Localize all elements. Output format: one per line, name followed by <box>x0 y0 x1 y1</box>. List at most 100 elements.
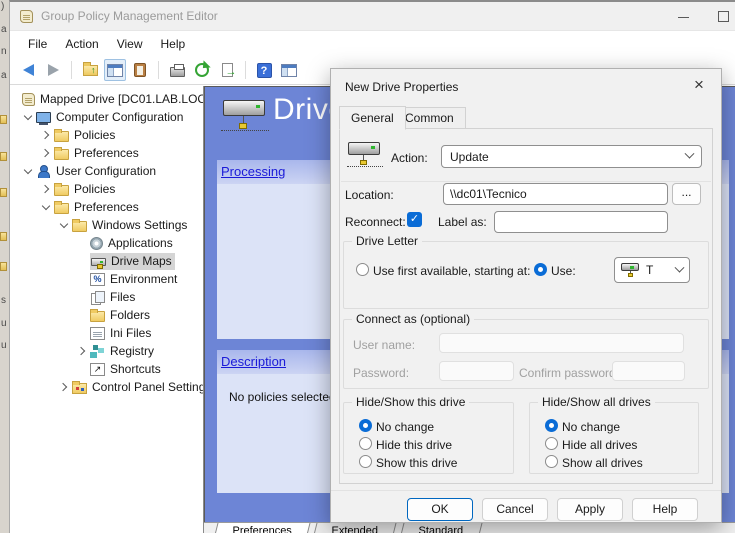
back-button[interactable] <box>17 59 39 81</box>
tree-item-registry[interactable]: Registry <box>10 342 203 360</box>
chevron-right-icon[interactable] <box>74 348 90 354</box>
chevron-right-icon[interactable] <box>56 384 72 390</box>
tree-item-label: Computer Configuration <box>56 110 183 124</box>
tree-item-label: Registry <box>110 344 154 358</box>
console-tree: Mapped Drive [DC01.LAB.LOCA Computer Con… <box>10 86 204 533</box>
print-button[interactable] <box>166 59 188 81</box>
tree-item-label: Policies <box>74 128 115 142</box>
background-folder-icon <box>0 262 7 271</box>
tree-item-ini-files[interactable]: Ini Files <box>10 324 203 342</box>
drive-letter-select[interactable]: T <box>614 257 690 283</box>
menu-help[interactable]: Help <box>152 34 195 54</box>
help-button[interactable]: ? <box>253 59 275 81</box>
new-window-button[interactable] <box>278 59 300 81</box>
chevron-down-icon[interactable] <box>38 205 54 209</box>
tab-extended[interactable]: Extended <box>314 523 397 533</box>
tree-item-label: Control Panel Setting <box>92 380 204 394</box>
chevron-right-icon[interactable] <box>38 132 54 138</box>
title-bar: Group Policy Management Editor <box>10 2 735 31</box>
password-input <box>439 361 514 381</box>
tree-item-label: Files <box>110 290 135 304</box>
show-this-drive-label: Show this drive <box>376 456 457 470</box>
chevron-down-icon <box>685 149 695 159</box>
location-input[interactable] <box>443 183 668 205</box>
chevron-down-icon[interactable] <box>20 169 36 173</box>
tab-general[interactable]: General <box>339 106 406 130</box>
console-tree-icon <box>107 64 123 77</box>
use-first-available-radio[interactable] <box>356 263 369 276</box>
tab-preferences[interactable]: Preferences <box>215 523 311 533</box>
browse-button[interactable]: ... <box>672 183 701 205</box>
tree-item-label: Shortcuts <box>110 362 161 376</box>
drive-icon <box>621 262 641 278</box>
chevron-down-icon[interactable] <box>56 223 72 227</box>
tree-item-label: Preferences <box>74 146 139 160</box>
all-no-change-radio[interactable] <box>545 419 558 432</box>
up-one-level-button[interactable]: ↑ <box>79 59 101 81</box>
chevron-down-icon <box>675 262 685 272</box>
tree-item-user-preferences[interactable]: Preferences <box>10 198 203 216</box>
drive-letter-value: T <box>646 263 653 277</box>
forward-button[interactable] <box>42 59 64 81</box>
chevron-down-icon[interactable] <box>20 115 36 119</box>
ok-button[interactable]: OK <box>407 498 473 521</box>
tree-item-label: Drive Maps <box>111 254 172 268</box>
chevron-right-icon[interactable] <box>38 186 54 192</box>
label-as-input[interactable] <box>494 211 668 233</box>
tree-item-computer-configuration[interactable]: Computer Configuration <box>10 108 203 126</box>
files-icon <box>90 291 105 304</box>
use-drive-radio[interactable] <box>534 263 547 276</box>
tree-item-shortcuts[interactable]: Shortcuts <box>10 360 203 378</box>
processing-link[interactable]: Processing <box>221 164 285 179</box>
tree-item-computer-preferences[interactable]: Preferences <box>10 144 203 162</box>
menu-action[interactable]: Action <box>56 34 107 54</box>
tree-item-folders[interactable]: Folders <box>10 306 203 324</box>
show-all-drives-radio[interactable] <box>545 455 558 468</box>
confirm-password-label: Confirm password: <box>519 366 619 380</box>
tree-item-user-configuration[interactable]: User Configuration <box>10 162 203 180</box>
this-no-change-radio[interactable] <box>359 419 372 432</box>
registry-icon <box>90 345 105 358</box>
cancel-button[interactable]: Cancel <box>482 498 548 521</box>
background-folder-icon <box>0 152 7 161</box>
export-list-icon: → <box>222 63 233 77</box>
show-console-tree-button[interactable] <box>104 59 126 81</box>
tree-item-label: User Configuration <box>56 164 156 178</box>
gpo-scroll-icon <box>20 10 33 23</box>
background-text-fragment: a <box>1 24 7 35</box>
minimize-button[interactable] <box>678 17 689 18</box>
menu-view[interactable]: View <box>108 34 152 54</box>
tab-standard[interactable]: Standard <box>400 523 482 533</box>
tree-item-user-policies[interactable]: Policies <box>10 180 203 198</box>
tree-item-applications[interactable]: Applications <box>10 234 203 252</box>
reconnect-checkbox[interactable] <box>407 212 422 227</box>
tree-item-drive-maps[interactable]: Drive Maps <box>10 252 203 270</box>
hide-all-drives-radio[interactable] <box>545 437 558 450</box>
action-label: Action: <box>391 151 428 165</box>
tree-item-control-panel-settings[interactable]: Control Panel Setting <box>10 378 203 396</box>
tree-item-environment[interactable]: Environment <box>10 270 203 288</box>
show-this-drive-radio[interactable] <box>359 455 372 468</box>
tree-item-files[interactable]: Files <box>10 288 203 306</box>
tree-item-mapped-drive[interactable]: Mapped Drive [DC01.LAB.LOCA <box>10 90 203 108</box>
properties-button[interactable] <box>129 59 151 81</box>
tree-item-computer-policies[interactable]: Policies <box>10 126 203 144</box>
view-tab-strip: Preferences Extended Standard <box>204 522 735 533</box>
menu-file[interactable]: File <box>19 34 56 54</box>
action-select[interactable]: Update <box>441 145 702 168</box>
export-list-button[interactable]: → <box>216 59 238 81</box>
chevron-right-icon[interactable] <box>38 150 54 156</box>
selected-tree-item-highlight: Drive Maps <box>90 253 175 270</box>
control-panel-icon <box>72 383 87 394</box>
button-divider <box>331 490 721 491</box>
drive-maps-header-icon <box>221 96 269 138</box>
hide-this-drive-radio[interactable] <box>359 437 372 450</box>
help-button[interactable]: Help <box>632 498 698 521</box>
tree-item-windows-settings[interactable]: Windows Settings <box>10 216 203 234</box>
description-link[interactable]: Description <box>221 354 286 369</box>
tree-item-label: Mapped Drive [DC01.LAB.LOCA <box>40 92 204 106</box>
close-icon[interactable]: × <box>687 73 711 97</box>
refresh-button[interactable] <box>191 59 213 81</box>
apply-button[interactable]: Apply <box>557 498 623 521</box>
maximize-button[interactable] <box>718 11 729 22</box>
